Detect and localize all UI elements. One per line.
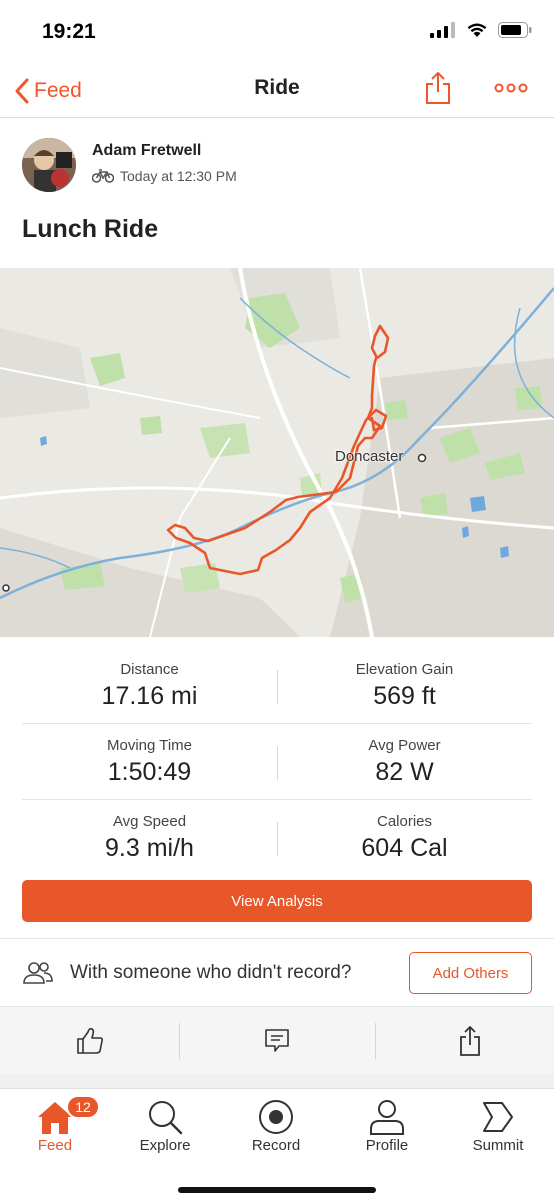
section-gap [0, 1074, 554, 1088]
status-icons [430, 22, 532, 38]
back-label: Feed [34, 79, 82, 102]
tab-explore[interactable]: Explore [110, 1089, 220, 1169]
share-icon [460, 1026, 480, 1056]
tab-record[interactable]: Record [221, 1089, 331, 1169]
back-button[interactable]: Feed [14, 72, 82, 110]
nav-bar: Feed Ride [0, 66, 554, 118]
view-analysis-button[interactable]: View Analysis [22, 880, 532, 922]
stat-avg-speed: Avg Speed 9.3 mi/h [22, 800, 277, 863]
tab-label: Record [251, 1137, 301, 1154]
wifi-icon [467, 23, 487, 37]
avatar-photo [22, 138, 76, 192]
people-icon [23, 962, 53, 984]
stat-row: Avg Speed 9.3 mi/h Calories 604 Cal [22, 800, 532, 876]
route-map[interactable]: Doncaster [0, 268, 554, 637]
bike-icon [92, 169, 114, 183]
tab-summit[interactable]: Summit [443, 1089, 553, 1169]
map-city-label: Doncaster [335, 448, 404, 465]
stat-label: Calories [376, 813, 433, 830]
share-icon [426, 72, 450, 104]
athlete-name[interactable]: Adam Fretwell [92, 142, 201, 160]
stat-row: Distance 17.16 mi Elevation Gain 569 ft [22, 648, 532, 724]
with-someone-text: With someone who didn't record? [70, 962, 352, 983]
stat-value: 82 W [375, 758, 434, 786]
activity-title: Lunch Ride [22, 215, 159, 243]
stat-elevation: Elevation Gain 569 ft [277, 648, 532, 711]
stat-value: 569 ft [373, 682, 436, 710]
stat-label: Moving Time [106, 737, 193, 754]
stat-value: 9.3 mi/h [105, 834, 194, 862]
stat-label: Avg Speed [112, 813, 187, 830]
stat-value: 1:50:49 [107, 758, 192, 786]
page-title: Ride [254, 76, 300, 99]
share-button[interactable] [424, 70, 452, 106]
stat-calories: Calories 604 Cal [277, 800, 532, 863]
stat-row: Moving Time 1:50:49 Avg Power 82 W [22, 724, 532, 800]
tab-label: Feed [37, 1137, 73, 1154]
summit-icon [483, 1102, 513, 1132]
stats-grid: Distance 17.16 mi Elevation Gain 569 ft … [0, 648, 554, 876]
tab-label: Explore [139, 1137, 191, 1154]
status-time: 19:21 [42, 20, 96, 43]
search-icon [149, 1101, 183, 1135]
kudos-button[interactable] [0, 1007, 180, 1075]
stat-label: Elevation Gain [355, 661, 454, 678]
stat-moving-time: Moving Time 1:50:49 [22, 724, 277, 787]
stat-label: Avg Power [368, 737, 441, 754]
activity-time: Today at 12:30 PM [120, 168, 237, 184]
profile-icon [370, 1100, 404, 1135]
stat-distance: Distance 17.16 mi [22, 648, 277, 711]
notification-badge: 12 [66, 1095, 100, 1119]
record-icon [259, 1100, 293, 1134]
signal-icon [430, 22, 455, 38]
tab-feed[interactable]: 12 Feed [0, 1089, 110, 1169]
stat-label: Distance [120, 661, 179, 678]
thumbs-up-icon [77, 1028, 104, 1054]
athlete-header: Adam Fretwell Today at 12:30 PM [22, 138, 532, 194]
stat-avg-power: Avg Power 82 W [277, 724, 532, 787]
more-icon [494, 83, 528, 93]
map-canvas [0, 268, 554, 637]
activity-meta: Today at 12:30 PM [92, 168, 237, 184]
tab-profile[interactable]: Profile [332, 1089, 442, 1169]
status-bar: 19:21 [0, 0, 554, 66]
tab-label: Summit [472, 1137, 524, 1154]
tab-label: Profile [365, 1137, 409, 1154]
more-button[interactable] [494, 76, 528, 100]
with-someone-row: With someone who didn't record? Add Othe… [0, 938, 554, 1006]
tab-bar: 12 Feed Explore Record Profile Summit [0, 1088, 554, 1200]
action-bar [0, 1006, 554, 1074]
stat-value: 17.16 mi [101, 682, 198, 710]
comment-icon [265, 1029, 289, 1052]
action-divider [179, 1023, 180, 1059]
comment-button[interactable] [187, 1007, 367, 1075]
add-others-button[interactable]: Add Others [409, 952, 532, 994]
avatar[interactable] [22, 138, 76, 192]
battery-icon [498, 22, 532, 38]
stat-value: 604 Cal [361, 834, 448, 862]
share-activity-button[interactable] [380, 1007, 554, 1075]
action-divider [375, 1023, 376, 1059]
chevron-left-icon [15, 78, 29, 104]
home-indicator[interactable] [178, 1187, 376, 1193]
